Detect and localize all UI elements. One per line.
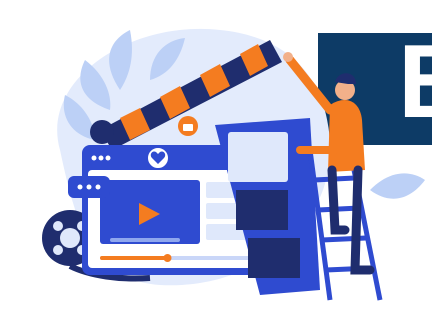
chat-bubble-icon (68, 176, 110, 198)
heart-icon (146, 146, 170, 170)
video-production-illustration (42, 28, 425, 301)
progress-knob (163, 254, 172, 262)
thumbs-up-icon (178, 116, 198, 136)
illustration-stage: B (0, 0, 432, 315)
progress-fill (100, 256, 168, 260)
